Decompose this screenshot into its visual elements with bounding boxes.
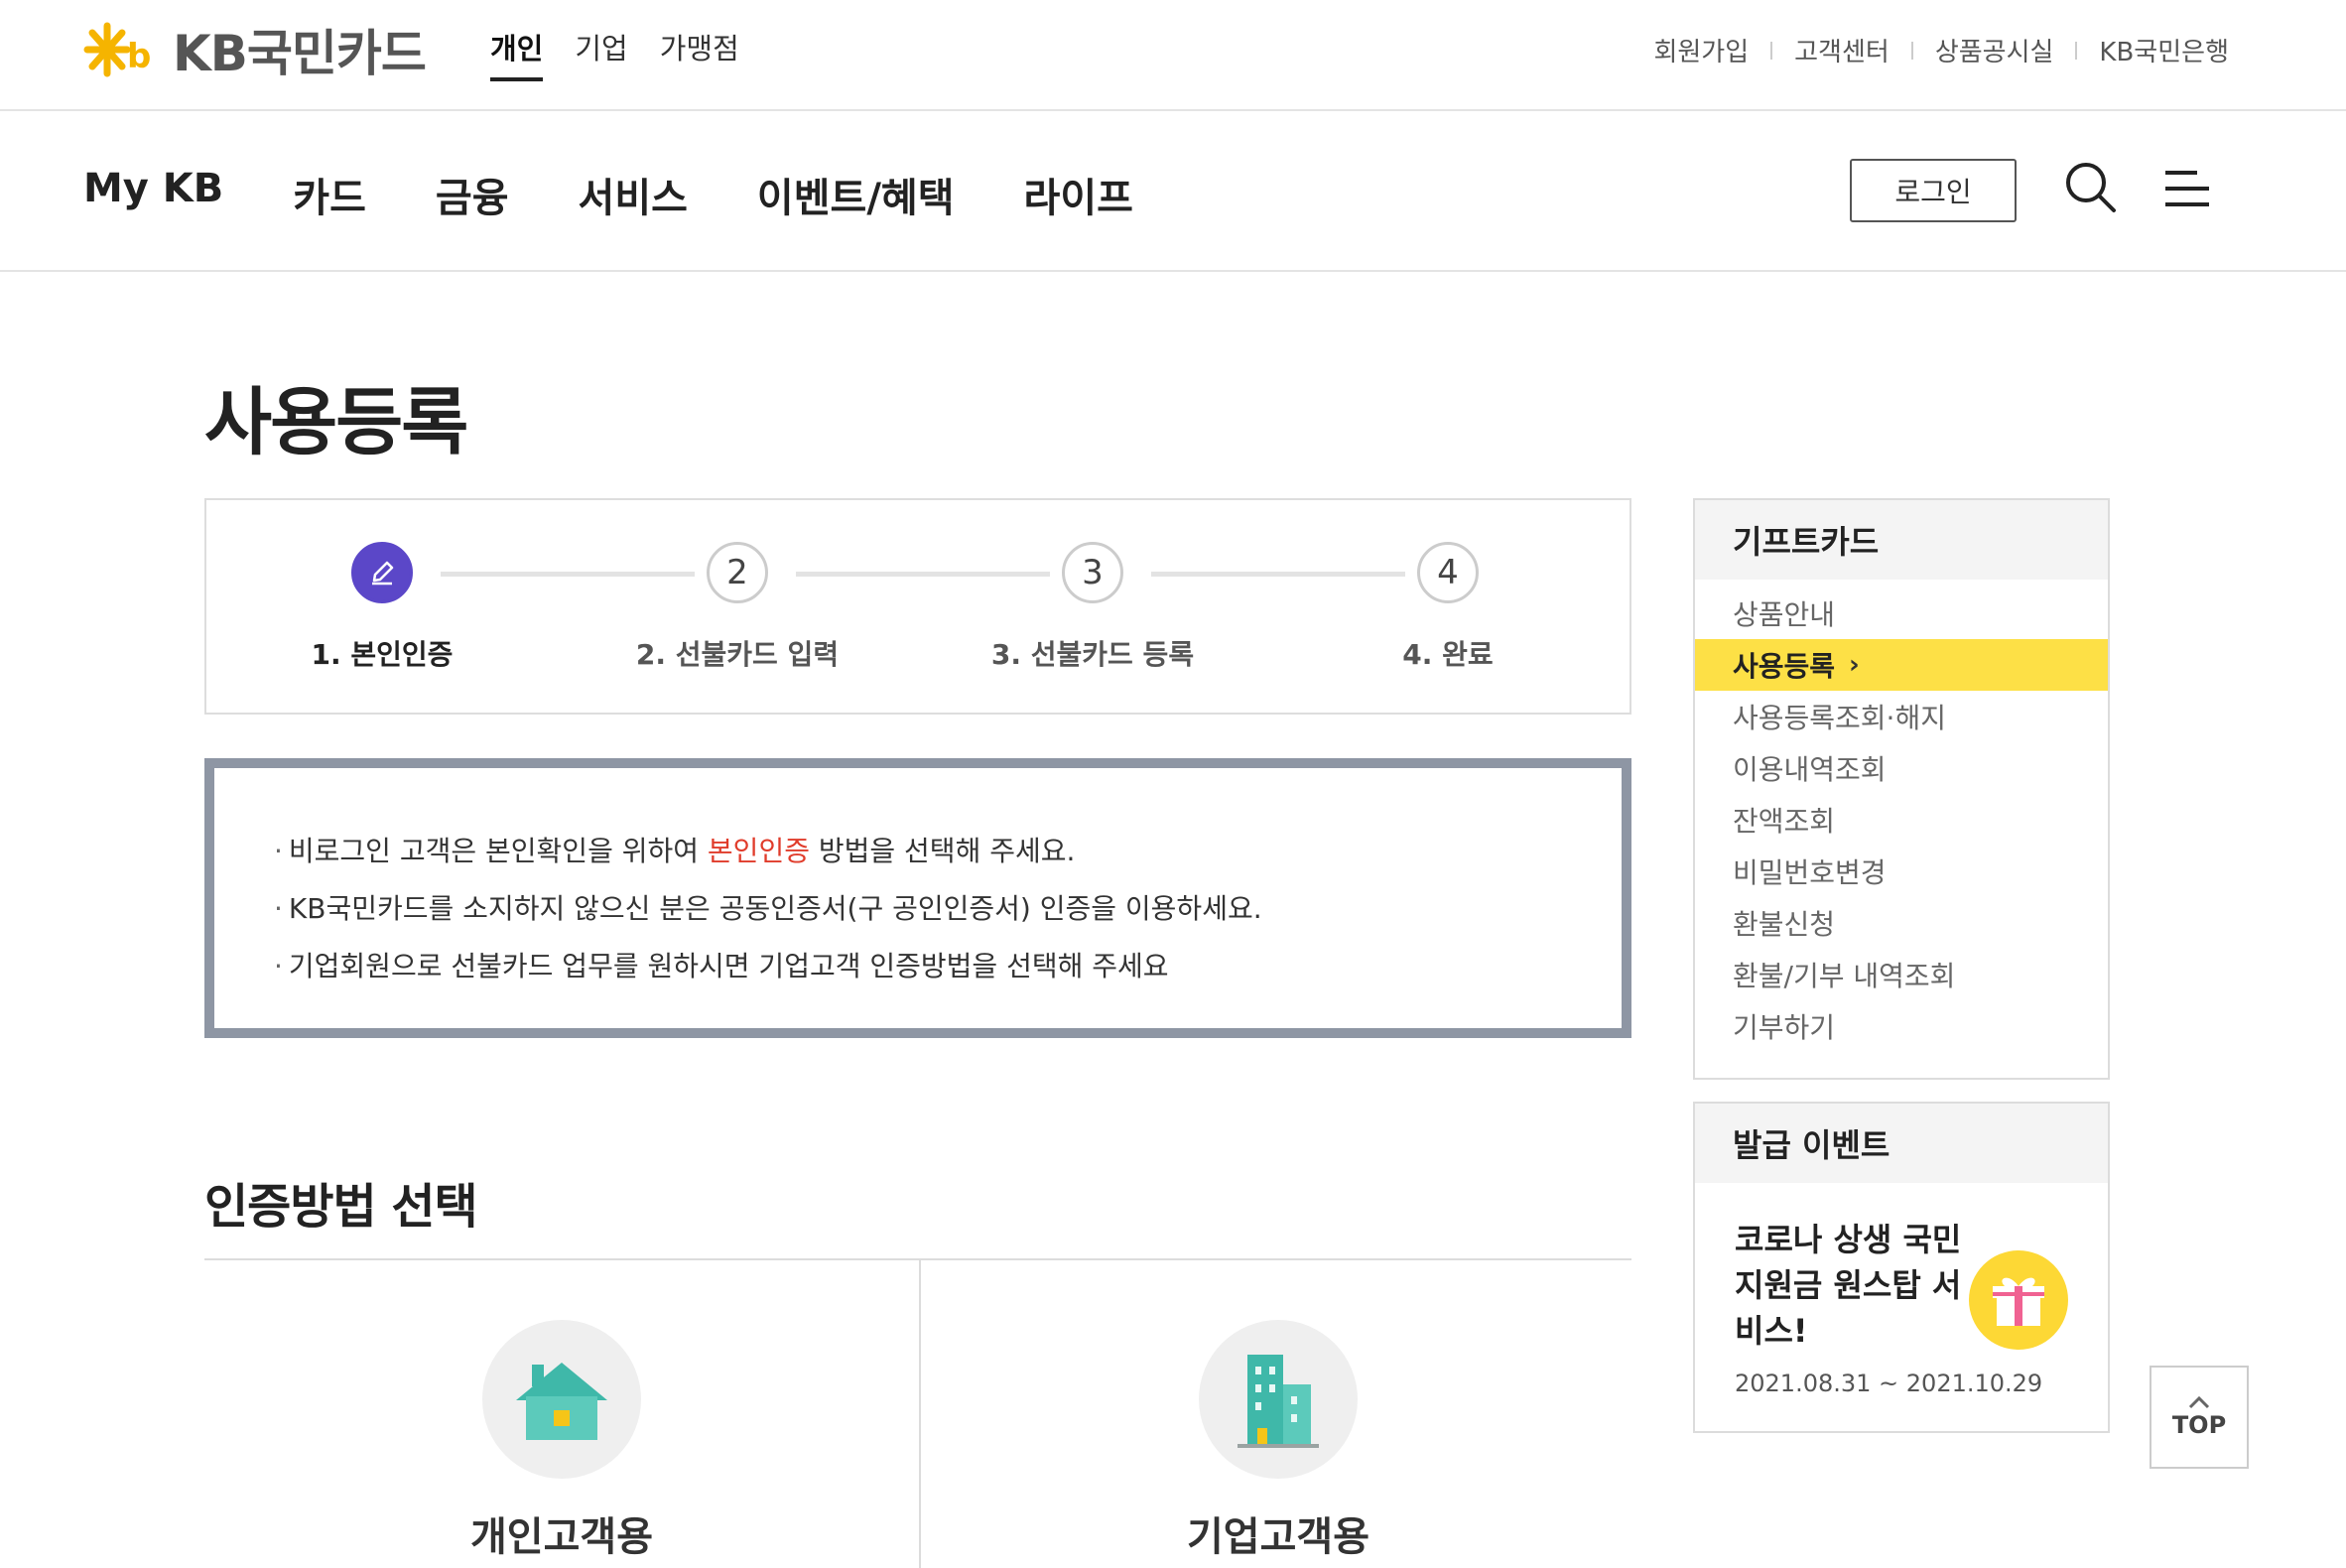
method-section-title: 인증방법 선택 — [204, 1179, 478, 1235]
nav-item-service[interactable]: 서비스 — [579, 166, 688, 223]
notice-highlight: 본인인증 — [707, 835, 810, 867]
sidebar-item-product-info[interactable]: 상품안내 — [1695, 588, 2108, 639]
step-2-label: 2. 선불카드 입력 — [635, 638, 840, 671]
bullet: · — [274, 892, 283, 925]
notice-line-2: · KB국민카드를 소지하지 않으신 분은 공동인증서(구 공인인증서) 인증을 … — [274, 887, 1262, 927]
svg-text:b: b — [127, 37, 151, 76]
scroll-top-button[interactable]: TOP — [2150, 1366, 2249, 1469]
sidebar-item-refund-history[interactable]: 환불/기부 내역조회 — [1695, 949, 2108, 1000]
step-connector — [796, 572, 1050, 577]
logo-text: KB국민카드 — [173, 25, 427, 82]
chevron-right-icon: › — [1849, 650, 1860, 680]
divider — [1770, 41, 1773, 60]
sidebar-item-donate[interactable]: 기부하기 — [1695, 1000, 2108, 1052]
nav-item-life[interactable]: 라이프 — [1024, 166, 1133, 223]
notice-text: 방법을 선택해 주세요. — [809, 835, 1076, 867]
step-3-label: 3. 선불카드 등록 — [990, 638, 1195, 671]
utility-links: 회원가입 고객센터 상품공시실 KB국민은행 — [1653, 32, 2229, 68]
login-button[interactable]: 로그인 — [1850, 159, 2017, 222]
sidebar-menu: 기프트카드 상품안내 사용등록 › 사용등록조회·해지 이용내역조회 잔액조회 … — [1693, 498, 2110, 1080]
business-customer-option[interactable]: 기업고객용 — [1080, 1320, 1477, 1562]
bullet: · — [274, 950, 283, 982]
pencil-icon — [372, 561, 394, 586]
bullet: · — [274, 835, 283, 867]
nav-item-mykb[interactable]: My KB — [83, 166, 223, 223]
signup-link[interactable]: 회원가입 — [1653, 32, 1749, 68]
event-panel-title: 발급 이벤트 — [1695, 1104, 2108, 1183]
step-3-indicator: 3 — [1062, 542, 1123, 603]
sidebar-item-registration[interactable]: 사용등록 › — [1695, 639, 2108, 691]
tab-business[interactable]: 기업 — [575, 26, 627, 81]
kb-bank-link[interactable]: KB국민은행 — [2099, 32, 2229, 68]
step-connector — [441, 572, 695, 577]
page-title: 사용등록 — [204, 380, 468, 465]
building-icon — [1238, 1355, 1319, 1448]
nav-item-card[interactable]: 카드 — [293, 166, 366, 223]
divider — [1910, 41, 1913, 60]
sidebar-title: 기프트카드 — [1695, 500, 2108, 580]
personal-customer-label: 개인고객용 — [470, 1514, 653, 1560]
hamburger-menu-icon[interactable] — [2163, 167, 2213, 210]
step-2-indicator: 2 — [707, 542, 768, 603]
step-1-label: 1. 본인인증 — [311, 638, 454, 671]
notice-text: 기업회원으로 선불카드 업무를 원하시면 기업고객 인증방법을 선택해 주세요 — [288, 950, 1169, 982]
nav-menu: My KB 카드 금융 서비스 이벤트/혜택 라이프 — [83, 166, 1203, 223]
customer-center-link[interactable]: 고객센터 — [1794, 32, 1890, 68]
top-utility-bar: b KB국민카드 개인 기업 가맹점 회원가입 고객센터 상품공시실 KB국민은… — [0, 0, 2346, 111]
kb-logo[interactable]: b KB국민카드 — [83, 18, 427, 82]
step-1-indicator — [351, 542, 413, 603]
icon-circle — [1199, 1320, 1358, 1479]
customer-segment-tabs: 개인 기업 가맹점 — [490, 26, 739, 81]
sidebar-item-refund[interactable]: 환불신청 — [1695, 897, 2108, 949]
notice-line-3: · 기업회원으로 선불카드 업무를 원하시면 기업고객 인증방법을 선택해 주세요 — [274, 945, 1169, 984]
kb-star-logo-icon: b — [83, 22, 151, 77]
sidebar-item-registration-lookup[interactable]: 사용등록조회·해지 — [1695, 691, 2108, 742]
step-4-indicator: 4 — [1417, 542, 1479, 603]
notice-text: KB국민카드를 소지하지 않으신 분은 공동인증서(구 공인인증서) 인증을 이… — [288, 892, 1262, 925]
event-name[interactable]: 코로나 상생 국민지원금 원스탑 서비스! — [1735, 1217, 1973, 1354]
house-icon — [516, 1363, 607, 1440]
search-icon[interactable] — [2064, 161, 2118, 214]
sidebar-item-label: 사용등록 — [1733, 650, 1836, 683]
notice-line-1: · 비로그인 고객은 본인확인을 위하여 본인인증 방법을 선택해 주세요. — [274, 830, 1075, 869]
notice-box: · 비로그인 고객은 본인확인을 위하여 본인인증 방법을 선택해 주세요. · K… — [204, 758, 1631, 1038]
top-label: TOP — [2171, 1411, 2227, 1439]
divider — [204, 1258, 1631, 1260]
event-date: 2021.08.31 ~ 2021.10.29 — [1735, 1370, 2043, 1397]
divider — [2075, 41, 2078, 60]
event-panel[interactable]: 발급 이벤트 코로나 상생 국민지원금 원스탑 서비스! 2021.08.31 … — [1693, 1102, 2110, 1433]
main-navigation: My KB 카드 금융 서비스 이벤트/혜택 라이프 로그인 — [0, 111, 2346, 272]
step-4-label: 4. 완료 — [1402, 638, 1494, 671]
sidebar-item-usage-history[interactable]: 이용내역조회 — [1695, 742, 2108, 794]
personal-customer-option[interactable]: 개인고객용 — [363, 1320, 760, 1562]
business-customer-label: 기업고객용 — [1187, 1514, 1369, 1560]
sidebar-item-password[interactable]: 비밀번호변경 — [1695, 846, 2108, 897]
progress-steps: 2 3 4 1. 본인인증 2. 선불카드 입력 3. 선불카드 등록 4. 완… — [204, 498, 1631, 715]
step-connector — [1151, 572, 1405, 577]
notice-text: 비로그인 고객은 본인확인을 위하여 — [288, 835, 708, 867]
chevron-up-icon — [2188, 1395, 2210, 1409]
tab-personal[interactable]: 개인 — [490, 26, 544, 81]
product-disclosure-link[interactable]: 상품공시실 — [1935, 32, 2054, 68]
nav-item-finance[interactable]: 금융 — [436, 166, 509, 223]
sidebar-item-balance[interactable]: 잔액조회 — [1695, 794, 2108, 846]
divider — [919, 1260, 921, 1568]
gift-icon — [1969, 1250, 2068, 1350]
nav-item-event[interactable]: 이벤트/혜택 — [757, 166, 955, 223]
icon-circle — [482, 1320, 641, 1479]
tab-merchant[interactable]: 가맹점 — [660, 26, 739, 81]
